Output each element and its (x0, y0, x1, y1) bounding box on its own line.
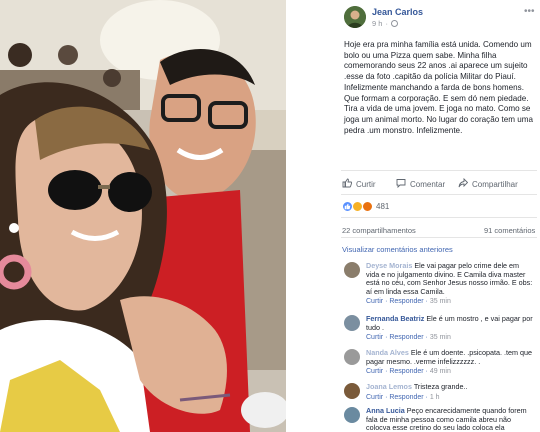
comment-like-link[interactable]: Curtir (366, 368, 383, 375)
comment-reply-link[interactable]: Responder (389, 298, 423, 305)
commenter-avatar[interactable] (344, 407, 360, 423)
comment-button[interactable]: Comentar (396, 178, 445, 190)
comment-reply-link[interactable]: Responder (389, 334, 423, 341)
divider (341, 217, 537, 218)
divider (341, 170, 537, 171)
share-label: Compartilhar (472, 179, 518, 189)
commenter-avatar[interactable] (344, 262, 360, 278)
share-button[interactable]: Compartilhar (458, 177, 518, 190)
shares-count[interactable]: 22 compartilhamentos (342, 226, 416, 235)
speech-bubble-icon (396, 178, 406, 190)
post-panel: Jean Carlos 9 h · ••• Hoje era pra minha… (286, 0, 540, 432)
reaction-count: 481 (376, 202, 390, 211)
share-arrow-icon (458, 177, 469, 190)
like-label: Curtir (356, 179, 376, 189)
divider (341, 194, 537, 195)
comments-count[interactable]: 91 comentários (484, 226, 535, 235)
post-text: Hoje era pra minha família está unida. C… (344, 40, 533, 135)
view-previous-comments-link[interactable]: Visualizar comentários anteriores (342, 245, 453, 254)
commenter-avatar[interactable] (344, 383, 360, 399)
like-button[interactable]: Curtir (342, 178, 376, 190)
angry-reaction-icon (362, 201, 373, 212)
commenter-avatar[interactable] (344, 349, 360, 365)
comment-like-link[interactable]: Curtir (366, 334, 383, 341)
comment-reply-link[interactable]: Responder (389, 368, 423, 375)
comment-time[interactable]: 49 min (430, 368, 451, 375)
comment-text: Tristeza grande.. (413, 382, 468, 391)
divider (341, 237, 537, 238)
comment-time[interactable]: 35 min (430, 298, 451, 305)
reactions-summary[interactable]: 481 (342, 201, 389, 212)
commenter-name[interactable]: Nanda Alves (366, 348, 409, 357)
thumbs-up-icon (342, 178, 353, 190)
author-name[interactable]: Jean Carlos (372, 7, 423, 17)
comment-label: Comentar (410, 179, 446, 189)
commenter-name[interactable]: Deyse Morais (366, 261, 412, 270)
comment-time[interactable]: 35 min (430, 334, 451, 341)
post-time[interactable]: 9 h (372, 19, 382, 28)
commenter-name[interactable]: Joana Lemos (366, 382, 412, 391)
globe-icon (390, 20, 398, 27)
commenter-avatar[interactable] (344, 315, 360, 331)
author-avatar[interactable] (344, 6, 366, 28)
post-photo[interactable] (0, 0, 286, 432)
comment-like-link[interactable]: Curtir (366, 394, 383, 401)
comment-like-link[interactable]: Curtir (366, 298, 383, 305)
comment-reply-link[interactable]: Responder (389, 394, 423, 401)
more-options-button[interactable]: ••• (524, 6, 535, 17)
comment-time[interactable]: 1 h (430, 394, 440, 401)
post-meta: 9 h · (372, 19, 398, 28)
